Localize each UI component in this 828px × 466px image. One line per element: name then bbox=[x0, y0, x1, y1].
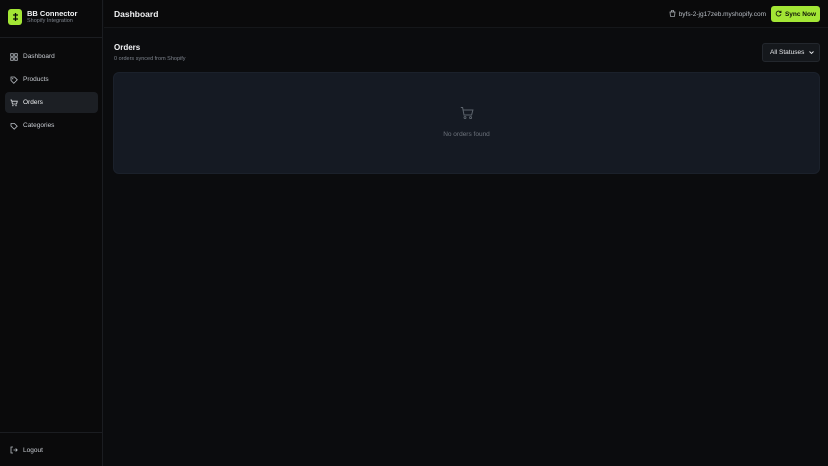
cart-icon bbox=[10, 99, 18, 107]
divider bbox=[0, 432, 103, 433]
sidebar: BB Connector Shopify Integration Dashboa… bbox=[0, 0, 103, 466]
logout-icon bbox=[10, 446, 18, 454]
page-title: Dashboard bbox=[114, 9, 159, 19]
tag-icon bbox=[10, 76, 18, 84]
sidebar-item-label: Dashboard bbox=[23, 53, 55, 60]
sidebar-item-products[interactable]: Products bbox=[5, 69, 98, 90]
divider bbox=[0, 37, 103, 38]
dashboard-icon bbox=[10, 52, 18, 61]
sync-label: Sync Now bbox=[784, 10, 817, 18]
bookmark-icon bbox=[10, 122, 18, 130]
brand-name: BB Connector bbox=[27, 9, 78, 18]
sidebar-item-orders[interactable]: Orders bbox=[5, 92, 98, 113]
section-title: Orders bbox=[114, 43, 141, 52]
refresh-icon bbox=[775, 10, 782, 19]
logout-button[interactable]: Logout bbox=[10, 446, 43, 454]
cart-icon bbox=[460, 106, 474, 125]
brand: BB Connector Shopify Integration bbox=[8, 9, 77, 25]
section-subtitle: 0 orders synced from Shopify bbox=[114, 56, 186, 62]
sidebar-item-label: Orders bbox=[23, 99, 43, 106]
orders-panel: No orders found bbox=[113, 72, 820, 174]
store-url: byfs-2-jg17zeb.myshopify.com bbox=[678, 11, 766, 18]
status-filter-select[interactable]: All Statuses bbox=[762, 43, 820, 62]
sidebar-item-dashboard[interactable]: Dashboard bbox=[5, 46, 98, 67]
sidebar-item-label: Categories bbox=[23, 122, 55, 129]
store-indicator: byfs-2-jg17zeb.myshopify.com bbox=[669, 9, 766, 19]
store-icon bbox=[669, 9, 676, 19]
top-bar: Dashboard byfs-2-jg17zeb.myshopify.com S… bbox=[104, 0, 828, 28]
sidebar-item-categories[interactable]: Categories bbox=[5, 115, 98, 136]
sidebar-nav: Dashboard Products Orders Categories bbox=[5, 46, 98, 138]
brand-subtitle: Shopify Integration bbox=[27, 18, 73, 24]
sync-now-button[interactable]: Sync Now bbox=[771, 6, 820, 22]
logout-label: Logout bbox=[23, 446, 43, 454]
chevron-down-icon bbox=[808, 49, 815, 58]
empty-state-text: No orders found bbox=[443, 131, 490, 138]
status-filter-value: All Statuses bbox=[770, 49, 805, 56]
sidebar-item-label: Products bbox=[23, 76, 49, 83]
orders-header: Orders 0 orders synced from Shopify bbox=[114, 43, 186, 62]
logo-icon bbox=[8, 9, 22, 25]
